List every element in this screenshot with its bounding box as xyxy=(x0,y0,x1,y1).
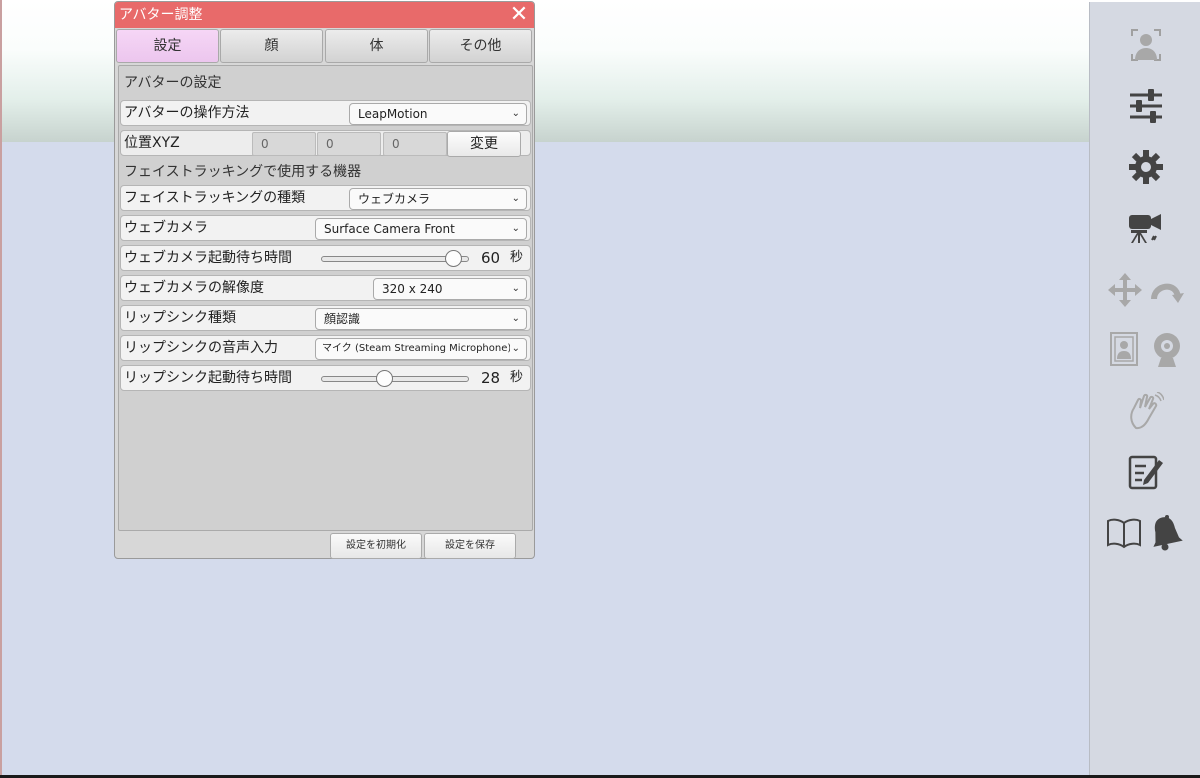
dialog-title: アバター調整 xyxy=(119,7,203,23)
face-tracking-type-label: フェイストラッキングの種類 xyxy=(124,190,306,206)
webcam-wait-unit: 秒 xyxy=(510,250,524,265)
lipsync-type-select[interactable]: 顔認識 ⌄ xyxy=(315,308,527,330)
avatar-adjust-dialog: アバター調整 ✕ 設定 顔 体 その他 アバターの設定 アバターの操作方法 Le… xyxy=(114,1,535,559)
control-method-label: アバターの操作方法 xyxy=(124,105,250,121)
section-face-tracking-devices: フェイストラッキングで使用する機器 xyxy=(124,164,362,180)
position-y-field[interactable]: 0 xyxy=(317,132,381,156)
bell-icon[interactable] xyxy=(1148,514,1184,552)
lipsync-wait-label: リップシンク起動待ち時間 xyxy=(124,370,292,386)
row-webcam-resolution: ウェブカメラの解像度 320 x 240 ⌄ xyxy=(120,275,531,301)
tab-face[interactable]: 顔 xyxy=(220,29,323,63)
row-webcam: ウェブカメラ Surface Camera Front ⌄ xyxy=(120,215,531,241)
lipsync-audio-select[interactable]: マイク (Steam Streaming Microphone) ⌄ xyxy=(315,338,527,360)
chevron-down-icon: ⌄ xyxy=(511,313,520,324)
lipsync-type-label: リップシンク種類 xyxy=(124,310,236,326)
save-settings-button[interactable]: 設定を保存 xyxy=(424,533,516,559)
row-webcam-wait: ウェブカメラ起動待ち時間 60 秒 xyxy=(120,245,531,271)
right-toolbar xyxy=(1089,2,1200,775)
webcam-select[interactable]: Surface Camera Front ⌄ xyxy=(315,218,527,240)
control-method-value: LeapMotion xyxy=(358,107,428,121)
tab-other[interactable]: その他 xyxy=(429,29,532,63)
notepad-icon[interactable] xyxy=(1128,454,1164,490)
section-avatar-settings: アバターの設定 xyxy=(124,75,222,91)
lipsync-wait-slider-track[interactable] xyxy=(321,376,469,382)
webcam-wait-value: 60 xyxy=(481,249,501,267)
webcam-resolution-value: 320 x 240 xyxy=(382,282,443,296)
control-method-select[interactable]: LeapMotion ⌄ xyxy=(349,103,527,125)
lipsync-wait-unit: 秒 xyxy=(510,370,524,385)
face-tracking-type-value: ウェブカメラ xyxy=(358,192,431,206)
chevron-down-icon: ⌄ xyxy=(509,339,520,359)
lipsync-type-value: 顔認識 xyxy=(324,312,361,326)
tab-body[interactable]: 体 xyxy=(325,29,428,63)
lipsync-audio-value: マイク (Steam Streaming Microphone) xyxy=(322,343,512,354)
row-position-xyz: 位置XYZ 0 0 0 変更 xyxy=(120,130,531,157)
camera-tripod-icon[interactable] xyxy=(1128,210,1164,244)
webcam-value: Surface Camera Front xyxy=(324,222,455,236)
webcam-wait-slider-knob[interactable] xyxy=(445,250,463,267)
sliders-icon[interactable] xyxy=(1128,88,1164,124)
tab-bar: 設定 顔 体 その他 xyxy=(115,29,534,63)
window-edge xyxy=(0,0,2,775)
webcam-resolution-select[interactable]: 320 x 240 ⌄ xyxy=(373,278,527,300)
position-label: 位置XYZ xyxy=(124,135,180,151)
hand-wave-icon[interactable] xyxy=(1128,392,1164,430)
face-tracking-type-select[interactable]: ウェブカメラ ⌄ xyxy=(349,188,527,210)
settings-panel: アバターの設定 アバターの操作方法 LeapMotion ⌄ 位置XYZ 0 0… xyxy=(118,65,533,531)
chevron-down-icon: ⌄ xyxy=(511,193,520,204)
webcam-resolution-label: ウェブカメラの解像度 xyxy=(124,280,264,296)
lipsync-wait-slider-knob[interactable] xyxy=(376,370,394,387)
row-lipsync-type: リップシンク種類 顔認識 ⌄ xyxy=(120,305,531,331)
webcam-icon[interactable] xyxy=(1152,332,1182,368)
webcam-label: ウェブカメラ xyxy=(124,220,208,236)
rotate-icon[interactable] xyxy=(1148,275,1184,305)
move-arrows-icon[interactable] xyxy=(1108,273,1142,307)
position-z-field[interactable]: 0 xyxy=(383,132,447,156)
row-face-tracking-type: フェイストラッキングの種類 ウェブカメラ ⌄ xyxy=(120,185,531,211)
position-x-field[interactable]: 0 xyxy=(252,132,316,156)
gear-icon[interactable] xyxy=(1128,149,1164,185)
dialog-titlebar[interactable]: アバター調整 ✕ xyxy=(115,2,534,28)
close-icon[interactable]: ✕ xyxy=(507,3,531,27)
portrait-icon[interactable] xyxy=(1110,332,1138,366)
chevron-down-icon: ⌄ xyxy=(511,223,520,234)
book-icon[interactable] xyxy=(1106,517,1142,549)
row-lipsync-wait: リップシンク起動待ち時間 28 秒 xyxy=(120,365,531,391)
chevron-down-icon: ⌄ xyxy=(511,108,520,119)
tab-settings[interactable]: 設定 xyxy=(116,29,219,63)
lipsync-wait-value: 28 xyxy=(481,369,501,387)
webcam-wait-label: ウェブカメラ起動待ち時間 xyxy=(124,250,292,266)
row-lipsync-audio: リップシンクの音声入力 マイク (Steam Streaming Microph… xyxy=(120,335,531,361)
change-position-button[interactable]: 変更 xyxy=(447,131,521,157)
lipsync-audio-label: リップシンクの音声入力 xyxy=(124,340,278,356)
reset-settings-button[interactable]: 設定を初期化 xyxy=(330,533,422,559)
avatar-frame-icon[interactable] xyxy=(1130,28,1162,62)
row-control-method: アバターの操作方法 LeapMotion ⌄ xyxy=(120,100,531,126)
chevron-down-icon: ⌄ xyxy=(511,283,520,294)
